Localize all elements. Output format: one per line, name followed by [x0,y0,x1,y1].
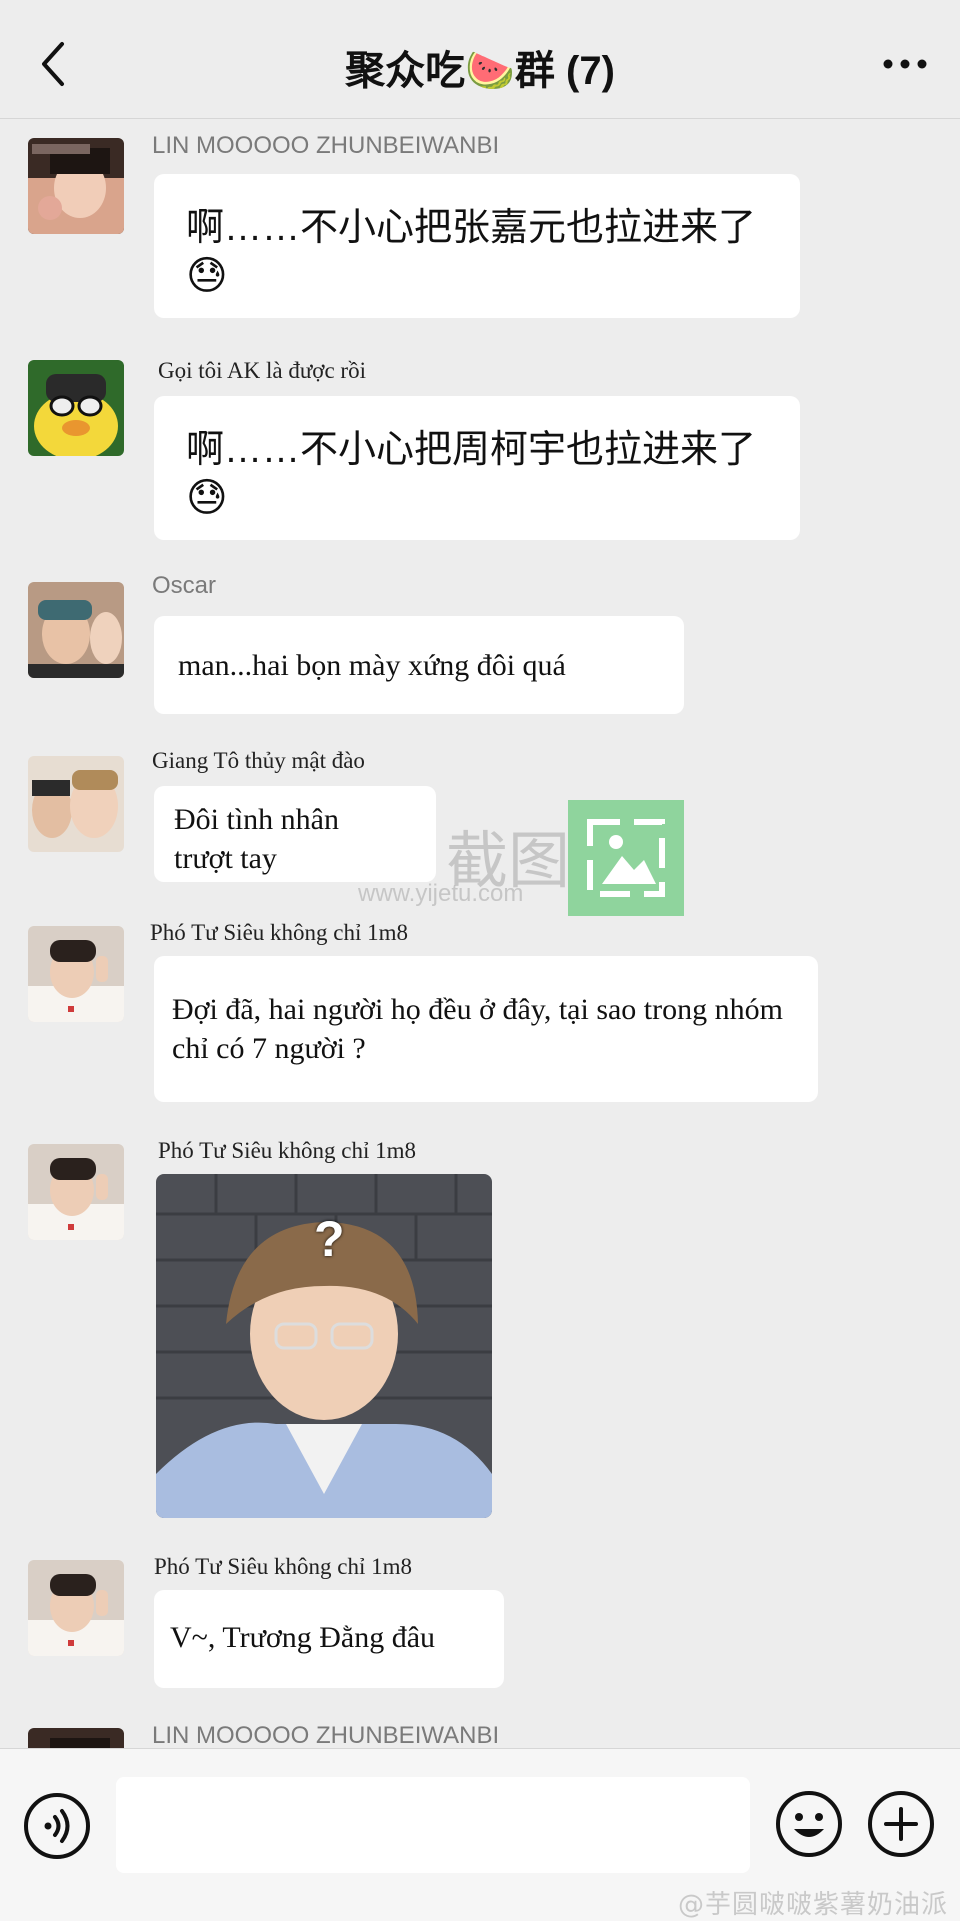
emoji-icon[interactable] [774,1789,844,1859]
sweat-emoji-icon: 😓 [186,476,228,520]
message-text-content: 啊……不小心把周柯宇也拉进来了 [186,429,757,471]
avatar[interactable] [28,582,124,678]
sender-name: Phó Tư Siêu không chỉ 1m8 [154,1554,413,1579]
sender-name: Oscar [152,572,217,599]
message-list[interactable]: LIN MOOOOO ZHUNBEIWANBI 啊……不小心把张嘉元也拉进来了 … [0,118,960,1748]
voice-icon[interactable] [22,1791,92,1861]
message-bubble[interactable]: man...hai bọn mày xứng đôi quá [154,616,684,714]
avatar[interactable] [28,756,124,852]
message-bubble[interactable]: Đợi đã, hai người họ đều ở đây, tại sao … [154,956,818,1102]
question-mark-overlay: ? [314,1211,345,1267]
avatar[interactable] [28,926,124,1022]
watermark: 截图 www.yijetu.com [350,800,690,920]
message-bubble[interactable]: 啊……不小心把周柯宇也拉进来了 😓 [154,396,800,540]
sender-name: Phó Tư Siêu không chỉ 1m8 [158,1138,417,1163]
message-bubble[interactable]: 啊……不小心把张嘉元也拉进来了 😓 [154,174,800,318]
sender-name: Phó Tư Siêu không chỉ 1m8 [150,920,409,945]
sweat-emoji-icon: 😓 [186,254,228,298]
sender-name: LIN MOOOOO ZHUNBEIWANBI [152,1722,500,1748]
avatar[interactable] [28,1560,124,1656]
sender-name: LIN MOOOOO ZHUNBEIWANBI [152,132,500,159]
avatar[interactable] [28,360,124,456]
message-text: 啊……不小心把周柯宇也拉进来了 😓 [154,396,800,547]
chat-title: 聚众吃🍉群 (7) [345,49,615,93]
sender-name: Gọi tôi AK là được rồi [158,358,366,383]
message-bubble[interactable]: V~, Trương Đằng đâu [154,1590,504,1688]
avatar[interactable] [28,1144,124,1240]
shared-photo[interactable]: ? [156,1174,492,1518]
more-options-icon[interactable] [880,48,930,80]
source-credit: @芋圆啵啵紫薯奶油派 [677,1890,948,1920]
message-text: 啊……不小心把张嘉元也拉进来了 😓 [154,174,800,301]
message-input[interactable] [116,1777,750,1873]
watermark-url: www.yijetu.com [358,880,524,907]
watermark-logo-icon [568,800,684,916]
message-text-line: trượt tay [174,842,277,875]
sender-name: Giang Tô thủy mật đào [152,748,365,773]
message-text-content: 啊……不小心把张嘉元也拉进来了 [186,207,757,249]
message-text: V~, Trương Đằng đâu [170,1621,436,1654]
avatar[interactable] [28,1728,124,1748]
plus-icon[interactable] [866,1789,936,1859]
avatar[interactable] [28,138,124,234]
message-text: man...hai bọn mày xứng đôi quá [178,649,566,682]
top-nav-bar: 聚众吃🍉群 (7) [0,0,960,119]
message-text-line: Đôi tình nhân [174,803,339,836]
message-text: Đợi đã, hai người họ đều ở đây, tại sao … [172,993,783,1065]
